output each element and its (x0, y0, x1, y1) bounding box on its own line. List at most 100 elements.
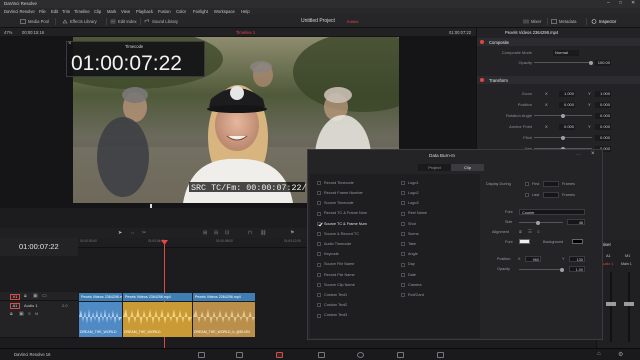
snapping-icon[interactable]: ⊓ (248, 230, 252, 236)
dialog-close-icon[interactable]: × (591, 151, 595, 157)
dialog-options-icon[interactable]: ⋯ (576, 152, 581, 158)
audio-clip[interactable]: DREAM_THE_WORLD (79, 302, 122, 337)
fairlight-page-icon[interactable] (397, 352, 404, 358)
media-page-icon[interactable] (198, 352, 205, 358)
burnin-option-checkbox[interactable] (401, 191, 405, 196)
pitch-slider-handle[interactable] (561, 135, 565, 140)
timeline-selector[interactable]: Timeline 1 (236, 30, 255, 35)
color-page-icon[interactable] (357, 352, 364, 358)
opacity-value[interactable]: 100.00 (595, 59, 611, 66)
mixer-button[interactable]: Mixer (523, 18, 541, 25)
menu-fairlight[interactable]: Fairlight (193, 9, 208, 14)
inspector-button[interactable]: Inspector (591, 18, 616, 25)
video-track-label[interactable]: V1 (10, 293, 20, 300)
audio-clip[interactable]: DREAM_THE_WORLD (123, 302, 192, 337)
audio-clip[interactable]: DREAM_THE_WORLD_b_@ELVIN (193, 302, 255, 337)
anchor-y-value[interactable]: 0.000 (595, 123, 611, 130)
menu-help[interactable]: Help (241, 9, 250, 14)
video-clip[interactable]: Pexels Videos 2364298.mp4 (193, 293, 255, 301)
burnin-option-checkbox[interactable] (317, 232, 321, 236)
burnin-option-checkbox[interactable] (401, 232, 405, 236)
settings-gear-icon[interactable]: ⚙ (618, 351, 623, 358)
cut-page-icon[interactable] (236, 352, 243, 358)
position-x-input[interactable]: 960 (525, 256, 541, 262)
menu-view[interactable]: View (121, 9, 130, 14)
opacity-slider[interactable] (534, 62, 592, 63)
zoom-y-value[interactable]: 1.000 (595, 90, 611, 97)
trim-tool-icon[interactable]: ⇔ (130, 230, 135, 236)
burnin-option-checkbox[interactable] (401, 201, 405, 206)
menu-workspace[interactable]: Workspace (214, 9, 235, 14)
menu-timeline[interactable]: Timeline (74, 9, 90, 14)
deliver-page-icon[interactable] (437, 352, 444, 358)
burnin-opacity-handle[interactable] (560, 267, 564, 272)
close-button[interactable]: ✕ (631, 0, 635, 6)
flag-icon[interactable]: ⚑ (290, 230, 294, 236)
menu-fusion[interactable]: Fusion (158, 9, 171, 14)
selection-tool-icon[interactable]: ➤ (118, 230, 122, 236)
size-slider[interactable] (519, 222, 563, 223)
burnin-option-checkbox[interactable] (401, 293, 405, 298)
burnin-option-checkbox[interactable] (317, 283, 321, 287)
fader-m1[interactable] (628, 272, 630, 342)
align-left-icon[interactable]: ≡ (519, 229, 522, 234)
media-pool-button[interactable]: Media Pool (20, 18, 49, 25)
burnin-option-checkbox[interactable] (401, 262, 405, 267)
position-y-value[interactable]: 0.000 (595, 101, 611, 108)
anchor-x-value[interactable]: 0.000 (559, 123, 575, 130)
font-color-swatch[interactable] (519, 239, 530, 244)
fader-a1-handle[interactable] (606, 302, 616, 306)
playhead-marker-icon[interactable] (161, 240, 168, 245)
align-right-icon[interactable]: ≡ (537, 229, 540, 234)
pitch-value[interactable]: 0.000 (595, 134, 611, 141)
burnin-option-checkbox[interactable] (317, 221, 323, 227)
viewer-zoom[interactable]: 47% (4, 30, 12, 35)
menu-davinci[interactable]: DaVinci Resolve (4, 9, 35, 14)
burnin-option-checkbox[interactable] (401, 252, 405, 257)
fusion-page-icon[interactable] (318, 352, 325, 358)
burnin-option-checkbox[interactable] (401, 272, 405, 277)
burnin-option-checkbox[interactable] (317, 252, 321, 257)
rotation-value[interactable]: 0.000 (595, 112, 611, 119)
lock-track-icon[interactable]: 🔒︎ (10, 311, 13, 317)
metadata-button[interactable]: Metadata (551, 18, 576, 25)
first-frames-input[interactable] (543, 181, 559, 187)
burnin-option-checkbox[interactable] (317, 262, 321, 267)
effects-library-button[interactable]: Effects Library (62, 18, 97, 25)
menu-playback[interactable]: Playback (136, 9, 153, 14)
minimize-button[interactable]: – (607, 0, 610, 6)
sound-library-button[interactable]: Sound Library (144, 18, 178, 25)
auto-select-icon[interactable]: ▣ (19, 311, 24, 317)
last-frames-checkbox[interactable] (525, 193, 529, 197)
burnin-option-checkbox[interactable] (317, 211, 321, 216)
overwrite-clip-icon[interactable]: ⊟ (214, 230, 218, 236)
burnin-option-checkbox[interactable] (317, 181, 321, 185)
menu-color[interactable]: Color (176, 9, 186, 14)
disable-track-icon[interactable]: ▭ (42, 293, 47, 299)
lock-track-icon[interactable]: 🔒︎ (24, 293, 27, 299)
blade-tool-icon[interactable]: ✂ (142, 230, 146, 236)
burnin-option-checkbox[interactable] (317, 272, 321, 277)
burnin-option-checkbox[interactable] (317, 313, 321, 318)
solo-button[interactable]: S (28, 311, 31, 316)
position-y-input[interactable]: 130 (569, 256, 585, 262)
tab-project[interactable]: Project (418, 164, 451, 171)
maximize-button[interactable]: □ (619, 0, 622, 6)
burnin-option-checkbox[interactable] (401, 211, 405, 216)
video-clip[interactable]: Pexels Videos 2364298.mp4 (79, 293, 122, 301)
rotation-slider-handle[interactable] (561, 113, 565, 118)
menu-trim[interactable]: Trim (62, 9, 70, 14)
first-frames-checkbox[interactable] (525, 182, 529, 186)
burnin-option-checkbox[interactable] (401, 181, 405, 185)
size-slider-handle[interactable] (536, 220, 540, 225)
home-icon[interactable]: ⌂ (597, 351, 601, 357)
composite-section[interactable]: Composite (477, 38, 640, 46)
burnin-option-checkbox[interactable] (401, 221, 405, 226)
auto-select-icon[interactable]: ▣ (33, 293, 38, 299)
video-clip[interactable]: Pexels Videos 2364298.mp4 (123, 293, 192, 301)
transform-enable-icon[interactable] (480, 78, 484, 82)
link-icon[interactable]: ⛓ (260, 230, 266, 236)
size-input[interactable]: 46 (567, 219, 585, 225)
tab-clip[interactable]: Clip (451, 164, 484, 171)
fader-m1-handle[interactable] (624, 302, 634, 306)
